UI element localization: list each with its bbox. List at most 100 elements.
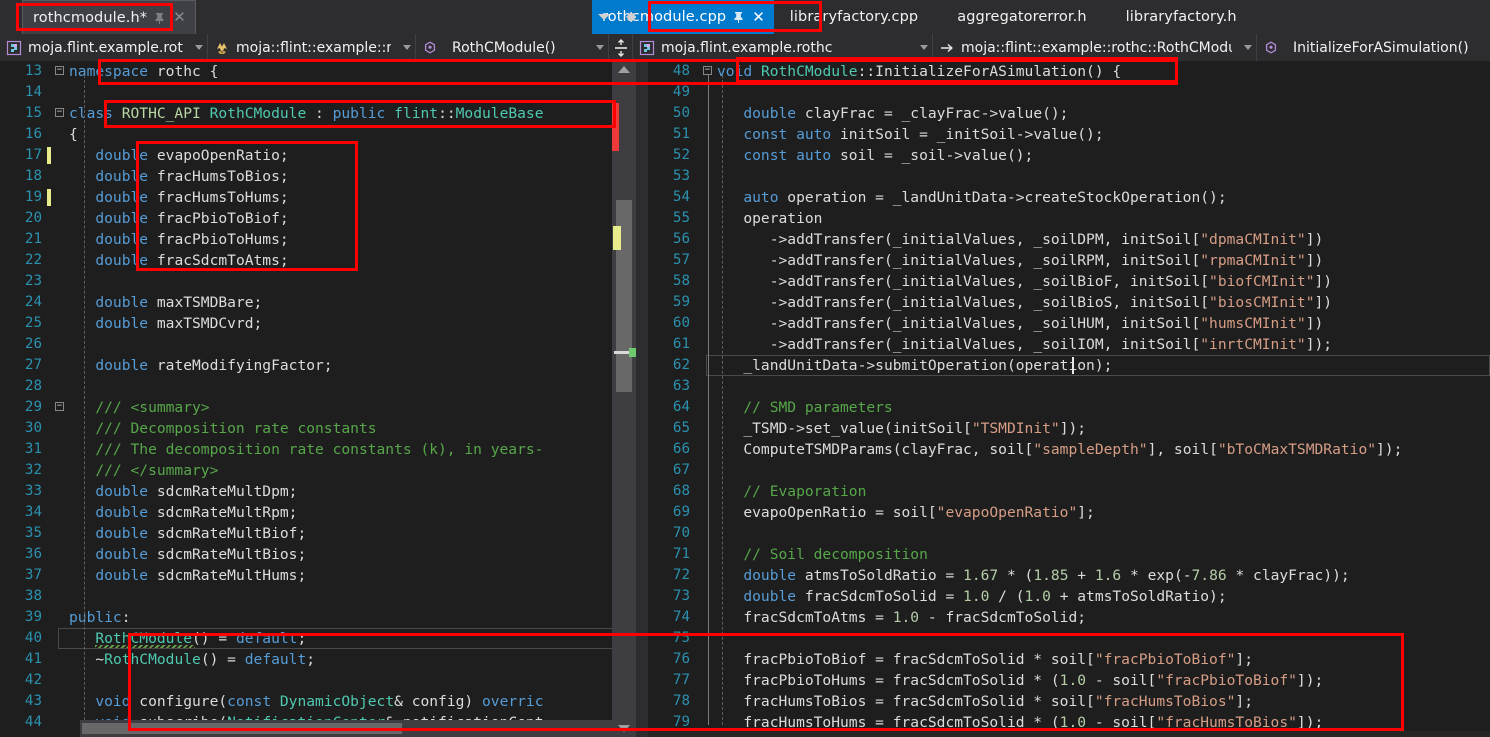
- code-line[interactable]: 79 fracHumsToHums = fracSdcmToSolid * (1…: [648, 712, 1490, 733]
- horizontal-scroll-thumb[interactable]: [82, 723, 402, 734]
- fold-column[interactable]: −: [53, 397, 67, 418]
- pin-icon[interactable]: [733, 11, 744, 23]
- code-line[interactable]: 14: [0, 82, 636, 103]
- code-line[interactable]: 36 double sdcmRateMultBios;: [0, 544, 636, 565]
- nav-member-selector-right[interactable]: InitializeForASimulation(): [1257, 34, 1490, 61]
- code-line[interactable]: 57 ->addTransfer(_initialValues, _soilRP…: [648, 250, 1490, 271]
- fold-column[interactable]: −: [53, 103, 67, 124]
- code-line[interactable]: 63: [648, 376, 1490, 397]
- code-line[interactable]: 39 public:: [0, 607, 636, 628]
- code-line[interactable]: 27 double rateModifyingFactor;: [0, 355, 636, 376]
- code-line[interactable]: 77 fracPbioToHums = fracSdcmToSolid * (1…: [648, 670, 1490, 691]
- code-line[interactable]: 30 /// Decomposition rate constants: [0, 418, 636, 439]
- code-line[interactable]: 16 {: [0, 124, 636, 145]
- code-line[interactable]: 50 double clayFrac = _clayFrac->value();: [648, 103, 1490, 124]
- code-line[interactable]: 41 ~RothCModule() = default;: [0, 649, 636, 670]
- fold-column[interactable]: −: [53, 61, 67, 82]
- scroll-down-arrow[interactable]: [612, 720, 636, 737]
- tab-libraryfactory-h[interactable]: libraryfactory.h: [1096, 0, 1246, 34]
- code-line[interactable]: 58 ->addTransfer(_initialValues, _soilBi…: [648, 271, 1490, 292]
- code-line[interactable]: 35 double sdcmRateMultBiof;: [0, 523, 636, 544]
- code-line[interactable]: 32 /// </summary>: [0, 460, 636, 481]
- code-line[interactable]: 68 // Evaporation: [648, 481, 1490, 502]
- code-line[interactable]: 62 _landUnitData->submitOperation(operat…: [648, 355, 1490, 376]
- code-line[interactable]: 19 double fracHumsToHums;: [0, 187, 636, 208]
- code-line[interactable]: 75: [648, 628, 1490, 649]
- code-line[interactable]: 37 double sdcmRateMultHums;: [0, 565, 636, 586]
- code-line[interactable]: 55 operation: [648, 208, 1490, 229]
- code-line[interactable]: 76 fracPbioToBiof = fracSdcmToSolid * so…: [648, 649, 1490, 670]
- code-line[interactable]: 64 // SMD parameters: [648, 397, 1490, 418]
- fold-collapse-icon[interactable]: −: [55, 402, 64, 411]
- code-line[interactable]: 40 RothCModule() = default;: [0, 628, 636, 649]
- code-line[interactable]: 43 void configure(const DynamicObject& c…: [0, 691, 636, 712]
- code-line[interactable]: 60 ->addTransfer(_initialValues, _soilHU…: [648, 313, 1490, 334]
- fold-collapse-icon[interactable]: −: [55, 66, 64, 75]
- code-line[interactable]: 23: [0, 271, 636, 292]
- horizontal-scrollbar-left[interactable]: [80, 720, 612, 737]
- code-line[interactable]: 24 double maxTSMDBare;: [0, 292, 636, 313]
- vertical-scrollbar-left[interactable]: [612, 61, 636, 737]
- code-line[interactable]: 67: [648, 460, 1490, 481]
- code-line[interactable]: 21 double fracPbioToHums;: [0, 229, 636, 250]
- code-line[interactable]: 13 − namespace rothc {: [0, 61, 636, 82]
- code-line[interactable]: 22 double fracSdcmToAtms;: [0, 250, 636, 271]
- code-line[interactable]: 33 double sdcmRateMultDpm;: [0, 481, 636, 502]
- code-line[interactable]: 15 − class ROTHC_API RothCModule : public …: [0, 103, 636, 124]
- chevron-down-icon[interactable]: [403, 45, 411, 50]
- close-icon[interactable]: ✕: [173, 10, 186, 25]
- code-line[interactable]: 49: [648, 82, 1490, 103]
- code-line[interactable]: 42: [0, 670, 636, 691]
- nav-project-selector-right[interactable]: moja.flint.example.rothc: [633, 34, 933, 61]
- nav-namespace-selector-left[interactable]: moja::flint::example::rot: [208, 34, 416, 61]
- editor-pane-rothcmodule-h[interactable]: 13− namespace rothc {14 15− class ROTHC_API…: [0, 61, 636, 737]
- chevron-down-icon[interactable]: [598, 14, 610, 20]
- code-line[interactable]: 56 ->addTransfer(_initialValues, _soilDP…: [648, 229, 1490, 250]
- chevron-down-icon[interactable]: [920, 45, 928, 50]
- code-line[interactable]: 25 double maxTSMDCvrd;: [0, 313, 636, 334]
- gear-icon[interactable]: [622, 9, 638, 25]
- editor-pane-rothcmodule-cpp[interactable]: 48 − void RothCModule::InitializeForASimul…: [648, 61, 1490, 737]
- nav-project-selector-left[interactable]: moja.flint.example.roth: [0, 34, 208, 61]
- fold-collapse-icon[interactable]: −: [703, 66, 712, 75]
- code-line[interactable]: 53: [648, 166, 1490, 187]
- code-line[interactable]: 54 auto operation = _landUnitData->creat…: [648, 187, 1490, 208]
- code-line[interactable]: 59 ->addTransfer(_initialValues, _soilBi…: [648, 292, 1490, 313]
- chevron-down-icon[interactable]: [596, 45, 604, 50]
- code-line[interactable]: 61 ->addTransfer(_initialValues, _soilIO…: [648, 334, 1490, 355]
- split-editor-icon[interactable]: [609, 34, 633, 61]
- code-line[interactable]: 71 // Soil decomposition: [648, 544, 1490, 565]
- code-line[interactable]: 78 fracHumsToBios = fracSdcmToSolid * so…: [648, 691, 1490, 712]
- code-line[interactable]: 28: [0, 376, 636, 397]
- pin-icon[interactable]: [154, 12, 165, 24]
- code-line[interactable]: 17 double evapoOpenRatio;: [0, 145, 636, 166]
- fold-collapse-icon[interactable]: −: [55, 108, 64, 117]
- chevron-down-icon[interactable]: [1244, 45, 1252, 50]
- code-line[interactable]: 20 double fracPbioToBiof;: [0, 208, 636, 229]
- code-line[interactable]: 18 double fracHumsToBios;: [0, 166, 636, 187]
- code-text-left[interactable]: 13− namespace rothc {14 15− class ROTHC_API…: [0, 61, 636, 737]
- code-line[interactable]: 74 fracSdcmToAtms = 1.0 - fracSdcmToSoli…: [648, 607, 1490, 628]
- code-line[interactable]: 26: [0, 334, 636, 355]
- nav-member-selector-left[interactable]: RothCModule(): [416, 34, 609, 61]
- nav-namespace-selector-right[interactable]: moja::flint::example::rothc::RothCModul: [933, 34, 1257, 61]
- code-line[interactable]: 52 const auto soil = _soil->value();: [648, 145, 1490, 166]
- code-line[interactable]: 48 − void RothCModule::InitializeForASimul…: [648, 61, 1490, 82]
- tab-aggregatorerror-h[interactable]: aggregatorerror.h: [927, 0, 1095, 34]
- code-line[interactable]: 73 double fracSdcmToSolid = 1.0 / (1.0 +…: [648, 586, 1490, 607]
- code-line[interactable]: 51 const auto initSoil = _initSoil->valu…: [648, 124, 1490, 145]
- code-line[interactable]: 29 − /// <summary>: [0, 397, 636, 418]
- code-line[interactable]: 70: [648, 523, 1490, 544]
- tab-rothcmodule-h[interactable]: rothcmodule.h* ✕: [22, 0, 196, 34]
- tab-libraryfactory-cpp[interactable]: libraryfactory.cpp: [774, 0, 927, 34]
- code-line[interactable]: 34 double sdcmRateMultRpm;: [0, 502, 636, 523]
- chevron-down-icon[interactable]: [195, 45, 203, 50]
- code-line[interactable]: 72 double atmsToSoldRatio = 1.67 * (1.85…: [648, 565, 1490, 586]
- close-icon[interactable]: ✕: [752, 9, 765, 25]
- code-line[interactable]: 69 evapoOpenRatio = soil["evapoOpenRatio…: [648, 502, 1490, 523]
- code-text-right[interactable]: 48 − void RothCModule::InitializeForASimul…: [648, 61, 1490, 737]
- code-line[interactable]: 66 ComputeTSMDParams(clayFrac, soil["sam…: [648, 439, 1490, 460]
- scroll-up-arrow[interactable]: [612, 61, 636, 78]
- code-line[interactable]: 65 _TSMD->set_value(initSoil["TSMDInit"]…: [648, 418, 1490, 439]
- code-line[interactable]: 31 /// The decomposition rate constants …: [0, 439, 636, 460]
